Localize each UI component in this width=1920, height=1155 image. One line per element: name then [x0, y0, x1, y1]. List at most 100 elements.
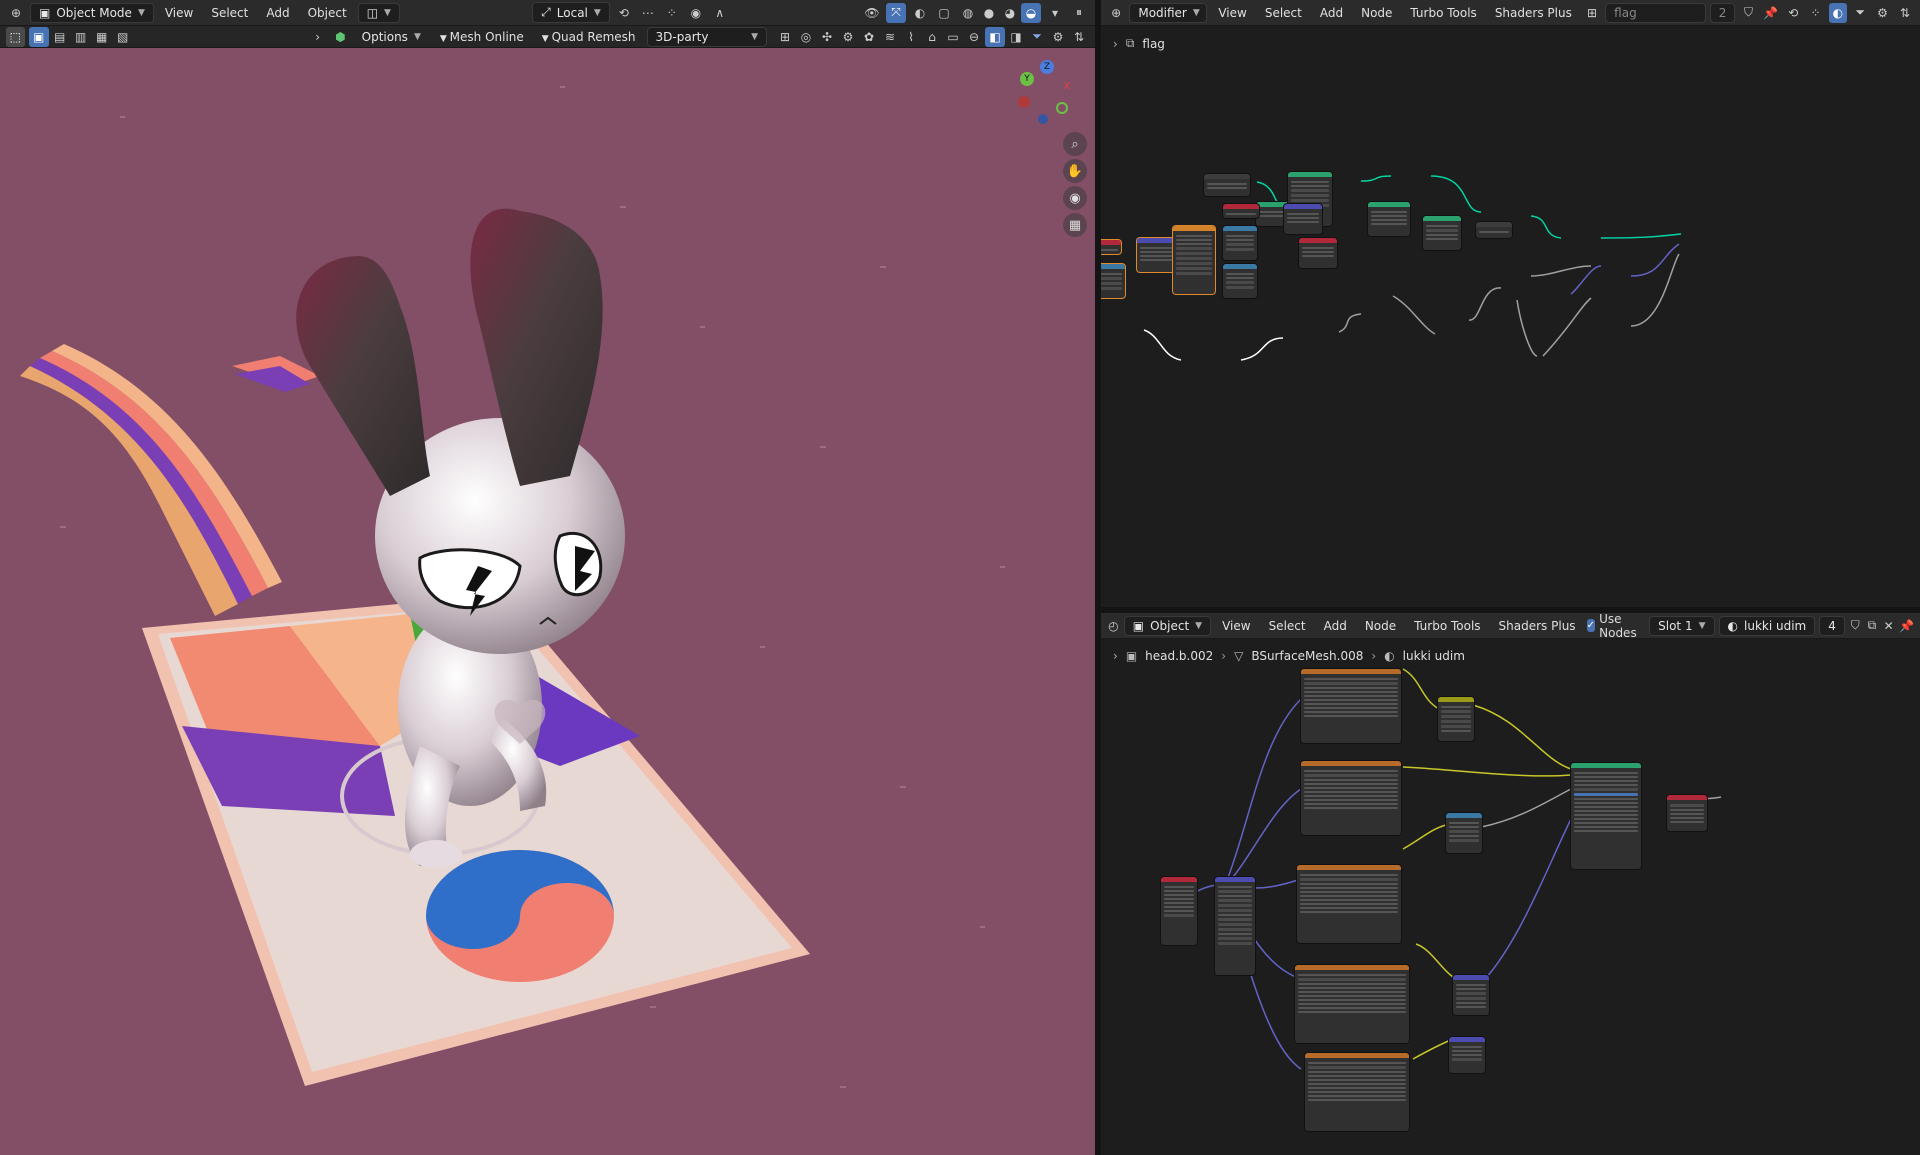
tool-icon-12[interactable]: ◨: [1006, 27, 1026, 47]
navigation-gizmo[interactable]: Y Z X: [1010, 60, 1080, 130]
geometry-node-canvas[interactable]: › ⧉ flag: [1101, 26, 1920, 607]
pin-icon[interactable]: 📌: [1899, 616, 1914, 636]
tool-icon-1[interactable]: ⊞: [775, 27, 795, 47]
addon-logo-icon[interactable]: ⬢: [331, 27, 350, 47]
node-named-attribute[interactable]: [1299, 238, 1337, 268]
snap-mode-icon[interactable]: ⁘: [1806, 3, 1824, 23]
collapse-arrow-icon[interactable]: ›: [308, 27, 327, 47]
overlay-icon[interactable]: ◐: [910, 3, 930, 23]
select-invert-icon[interactable]: ▦: [92, 27, 112, 47]
node-subtract[interactable]: [1223, 226, 1257, 260]
menu-add[interactable]: Add: [1317, 616, 1354, 636]
pivot-icon[interactable]: ⟲: [614, 3, 634, 23]
node-position[interactable]: [1101, 240, 1121, 254]
tool-icon-3[interactable]: ✣: [817, 27, 837, 47]
camera-icon[interactable]: ◉: [1063, 186, 1087, 210]
menu-node[interactable]: Node: [1358, 616, 1403, 636]
select-new-icon[interactable]: ▣: [28, 26, 49, 47]
node-normal[interactable]: [1223, 204, 1259, 218]
overlay-icon[interactable]: ◐: [1828, 2, 1848, 23]
node-group-input[interactable]: [1204, 174, 1250, 196]
axis-z[interactable]: Z: [1040, 60, 1054, 74]
snap-mode-icon[interactable]: ⁘: [662, 3, 682, 23]
pause-icon[interactable]: ⏸: [1069, 3, 1089, 23]
tool-icon-8[interactable]: ⌂: [922, 27, 942, 47]
editor-context-dropdown[interactable]: Modifier ▼: [1129, 2, 1208, 23]
user-count[interactable]: 2: [1709, 2, 1736, 23]
pin-icon[interactable]: 📌: [1762, 3, 1780, 23]
axis-neg-y[interactable]: [1056, 102, 1068, 114]
node-group-output[interactable]: [1476, 222, 1512, 238]
use-nodes-toggle[interactable]: ✓ Use Nodes: [1586, 612, 1642, 640]
menu-node[interactable]: Node: [1354, 3, 1399, 23]
menu-shaders-plus[interactable]: Shaders Plus: [1492, 616, 1583, 636]
material-field[interactable]: ◐ lukki udim: [1718, 615, 1816, 636]
gizmo-toggle-icon[interactable]: ⤧: [886, 2, 907, 23]
menu-turbo-tools[interactable]: Turbo Tools: [1403, 3, 1483, 23]
node-tree-browse-icon[interactable]: ⊞: [1583, 3, 1601, 23]
editor-type-icon[interactable]: ⊕: [1107, 3, 1125, 23]
node-scale-vector[interactable]: [1284, 204, 1322, 234]
zoom-icon[interactable]: ⌕: [1063, 132, 1087, 156]
tool-icon-11[interactable]: ◧: [985, 26, 1006, 47]
menu-select[interactable]: Select: [1262, 616, 1313, 636]
wireframe-shading-icon[interactable]: ◍: [958, 3, 978, 23]
node-set-position[interactable]: [1368, 202, 1410, 236]
settings-gear-icon[interactable]: ⚙: [1048, 27, 1068, 47]
node-noise-texture[interactable]: [1173, 226, 1215, 294]
node-set-shade-smooth[interactable]: [1423, 216, 1461, 250]
axis-neg-x[interactable]: [1018, 96, 1030, 108]
node-principled-bsdf[interactable]: [1571, 763, 1641, 869]
xray-icon[interactable]: ▢: [934, 3, 954, 23]
select-intersect-icon[interactable]: ▧: [113, 27, 133, 47]
node-image-texture-normal[interactable]: [1305, 1053, 1409, 1131]
slot-dropdown[interactable]: Slot 1 ▼: [1649, 615, 1715, 636]
node-texture-coordinate[interactable]: [1161, 877, 1197, 945]
editor-type-icon[interactable]: ◴: [1107, 616, 1120, 636]
3d-viewport[interactable]: Y Z X ⌕ ✋ ◉ ▦: [0, 26, 1095, 1155]
duplicate-icon[interactable]: ⧉: [1866, 616, 1879, 636]
tool-icon-2[interactable]: ◎: [796, 27, 816, 47]
filter-icon[interactable]: ⏷: [1851, 3, 1869, 23]
tool-icon-5[interactable]: ✿: [859, 27, 879, 47]
menu-select[interactable]: Select: [1258, 3, 1309, 23]
node-normal-map[interactable]: [1449, 1037, 1485, 1073]
transform-orientation-dropdown[interactable]: ⤢ Local ▼: [532, 2, 610, 23]
3d-party-dropdown[interactable]: 3D-party ▼: [646, 26, 768, 47]
menu-add[interactable]: Add: [259, 3, 296, 23]
node-add-vector[interactable]: [1137, 238, 1177, 272]
select-subtract-icon[interactable]: ▥: [71, 27, 91, 47]
sort-icon[interactable]: ⇅: [1896, 3, 1914, 23]
select-box-icon[interactable]: ⬚: [6, 26, 25, 47]
mesh-online-panel[interactable]: ▼ Mesh Online: [433, 27, 531, 47]
checkbox-checked-icon[interactable]: ✓: [1586, 619, 1596, 632]
mode-dropdown[interactable]: ▣ Object Mode ▼: [30, 2, 154, 23]
tool-icon-7[interactable]: ⌇: [901, 27, 921, 47]
node-image-texture-basecolor[interactable]: [1301, 669, 1401, 743]
snap-icon[interactable]: ⟲: [1784, 3, 1802, 23]
tool-icon-6[interactable]: ≋: [880, 27, 900, 47]
axis-x[interactable]: X: [1060, 80, 1074, 94]
menu-view[interactable]: View: [1211, 3, 1253, 23]
node-math-multiply[interactable]: [1446, 813, 1482, 853]
menu-object[interactable]: Object: [301, 3, 354, 23]
visibility-icon[interactable]: 👁: [862, 3, 882, 23]
close-icon[interactable]: ✕: [1882, 616, 1895, 636]
settings-gear-icon[interactable]: ⚙: [1873, 3, 1891, 23]
rendered-shading-icon[interactable]: ◒: [1021, 2, 1042, 23]
filter-funnel-icon[interactable]: ⏷: [1027, 27, 1047, 47]
shader-type-dropdown[interactable]: ▣ Object ▼: [1123, 615, 1212, 636]
shader-node-canvas[interactable]: › ▣ head.b.002 › ▽ BSurfaceMesh.008 › ◐ …: [1101, 639, 1920, 1155]
axis-y[interactable]: Y: [1020, 72, 1034, 86]
menu-select[interactable]: Select: [204, 3, 255, 23]
proportional-edit-icon[interactable]: ◉: [686, 3, 706, 23]
axis-neg-z[interactable]: [1038, 114, 1048, 124]
material-user-count[interactable]: 4: [1819, 615, 1845, 636]
select-extend-icon[interactable]: ▤: [50, 27, 70, 47]
node-image-texture-metallic[interactable]: [1301, 761, 1401, 835]
menu-view[interactable]: View: [158, 3, 200, 23]
node-image-texture-roughness[interactable]: [1297, 865, 1401, 943]
node-bump[interactable]: [1453, 975, 1489, 1015]
fake-user-icon[interactable]: ⛉: [1739, 3, 1757, 23]
solid-shading-icon[interactable]: ●: [979, 3, 999, 23]
